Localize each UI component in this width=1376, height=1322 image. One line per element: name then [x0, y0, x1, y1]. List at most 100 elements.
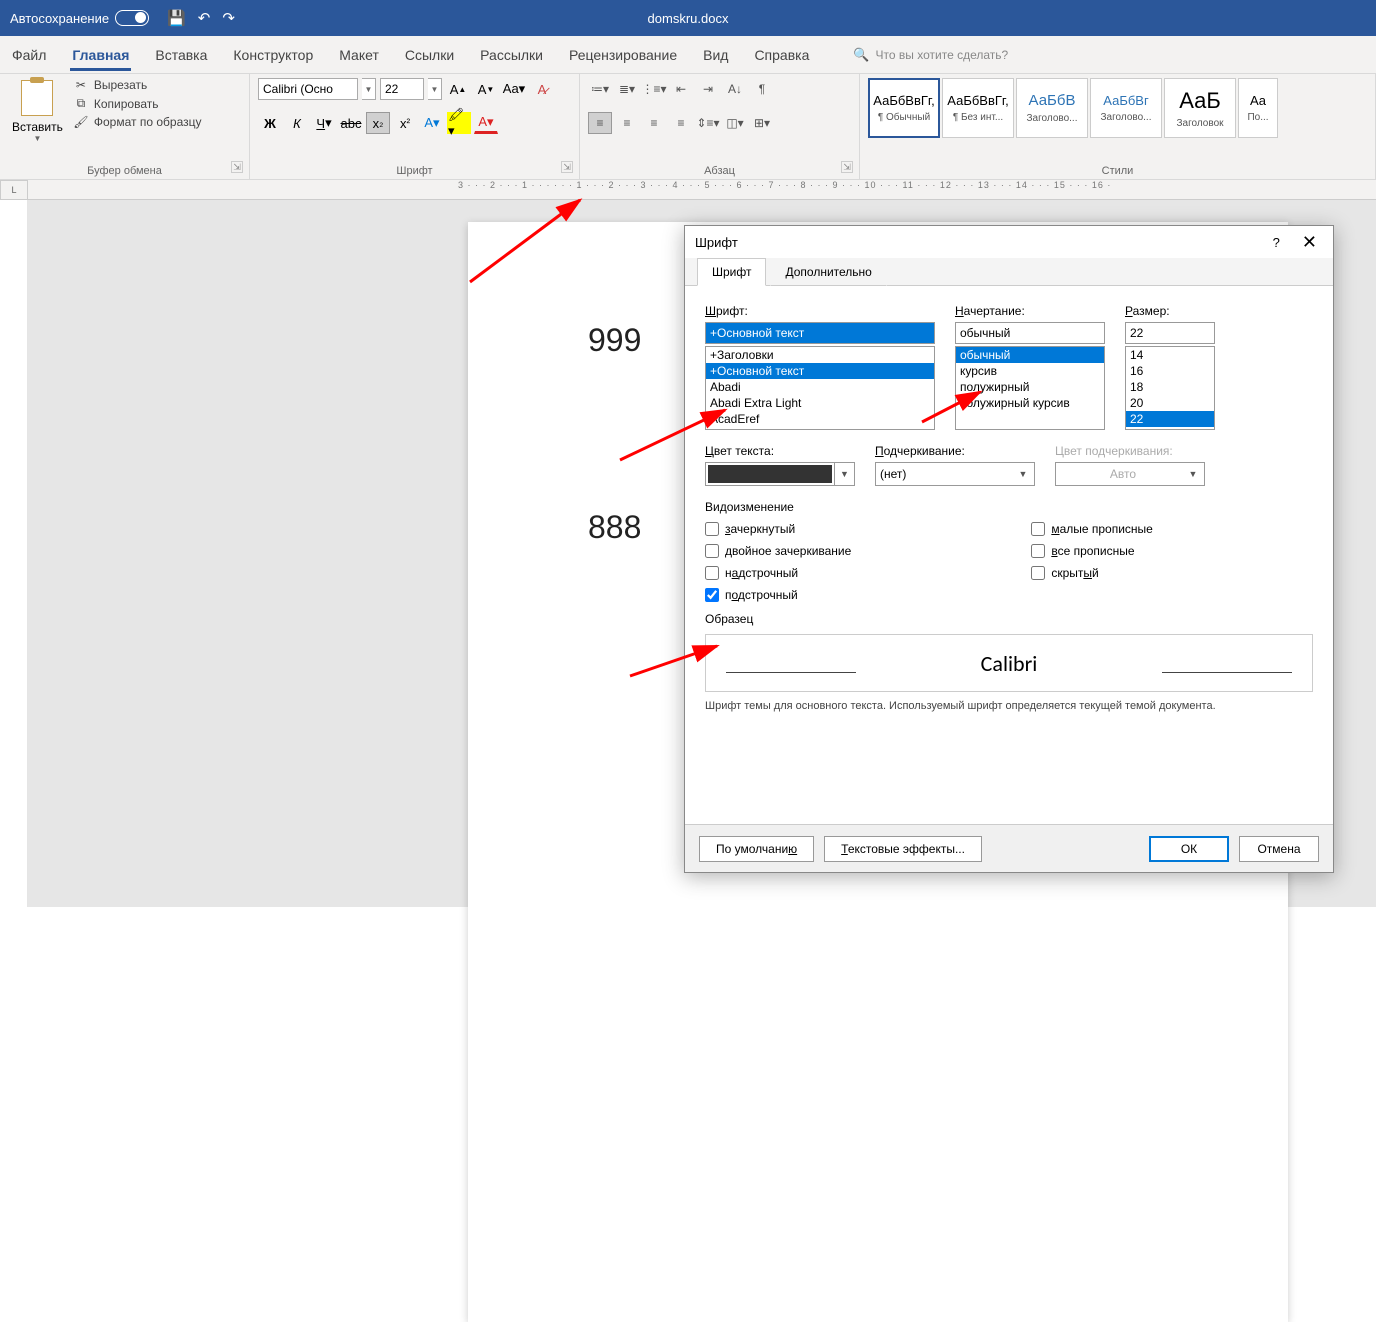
font-color-icon[interactable]: A▾ [474, 112, 498, 134]
size-input[interactable] [1125, 322, 1215, 344]
tab-view[interactable]: Вид [701, 39, 730, 71]
tab-references[interactable]: Ссылки [403, 39, 456, 71]
tab-review[interactable]: Рецензирование [567, 39, 679, 71]
clear-format-icon[interactable]: A̷ [530, 78, 554, 100]
justify-icon[interactable]: ≡ [669, 112, 693, 134]
dialog-tab-advanced[interactable]: Дополнительно [770, 258, 886, 286]
subscript-icon[interactable]: x₂ [366, 112, 390, 134]
styles-more[interactable]: АаПо... [1238, 78, 1278, 138]
font-size-dropdown-icon[interactable]: ▼ [428, 78, 442, 100]
font-size-input[interactable] [380, 78, 424, 100]
grow-font-icon[interactable]: A▲ [446, 78, 470, 100]
styles-gallery[interactable]: АаБбВвГг,¶ Обычный АаБбВвГг,¶ Без инт...… [868, 78, 1278, 138]
cut-button[interactable]: ✂Вырезать [73, 78, 202, 92]
font-input[interactable] [705, 322, 935, 344]
bullets-icon[interactable]: ≔▾ [588, 78, 612, 100]
horizontal-ruler[interactable]: 3 · · · 2 · · · 1 · · · · · · 1 · · · 2 … [28, 180, 1376, 200]
autosave-toggle[interactable]: Автосохранение [10, 10, 149, 26]
list-item[interactable]: AcadEref [706, 411, 934, 427]
cancel-button[interactable]: Отмена [1239, 836, 1319, 862]
underline-icon[interactable]: Ч▾ [312, 112, 336, 134]
highlight-icon[interactable]: 🖍▾ [447, 112, 471, 134]
save-icon[interactable]: 💾 [167, 9, 186, 27]
style-title[interactable]: АаБЗаголовок [1164, 78, 1236, 138]
eff-smallcaps[interactable]: малые прописные [1031, 522, 1153, 536]
redo-icon[interactable]: ↷ [222, 9, 235, 27]
tell-me-search[interactable]: Что вы хотите сделать? [853, 47, 1008, 63]
eff-allcaps[interactable]: все прописные [1031, 544, 1153, 558]
list-item[interactable]: 16 [1126, 363, 1214, 379]
underline-select[interactable]: (нет)▼ [875, 462, 1035, 486]
eff-dstrike[interactable]: двойное зачеркивание [705, 544, 851, 558]
tab-home[interactable]: Главная [70, 39, 131, 71]
increase-indent-icon[interactable]: ⇥ [696, 78, 720, 100]
list-item[interactable]: полужирный курсив [956, 395, 1104, 411]
shading-icon[interactable]: ◫▾ [723, 112, 747, 134]
font-name-dropdown-icon[interactable]: ▼ [362, 78, 376, 100]
clipboard-launcher-icon[interactable]: ⇲ [231, 161, 243, 173]
tab-mailings[interactable]: Рассылки [478, 39, 545, 71]
style-nospacing[interactable]: АаБбВвГг,¶ Без инт... [942, 78, 1014, 138]
list-item[interactable]: 20 [1126, 395, 1214, 411]
shrink-font-icon[interactable]: A▼ [474, 78, 498, 100]
style-listbox[interactable]: обычный курсив полужирный полужирный кур… [955, 346, 1105, 430]
eff-sub[interactable]: подстрочный [705, 588, 851, 602]
bold-icon[interactable]: Ж [258, 112, 282, 134]
list-item[interactable]: 14 [1126, 347, 1214, 363]
text-effects-button[interactable]: Текстовые эффекты... [824, 836, 982, 862]
close-icon[interactable]: ✕ [1296, 232, 1323, 253]
tab-layout[interactable]: Макет [337, 39, 381, 71]
format-painter-button[interactable]: 🖌Формат по образцу [73, 115, 202, 129]
style-heading2[interactable]: АаБбВгЗаголово... [1090, 78, 1162, 138]
show-marks-icon[interactable]: ¶ [750, 78, 774, 100]
font-launcher-icon[interactable]: ⇲ [561, 161, 573, 173]
list-item[interactable]: обычный [956, 347, 1104, 363]
text-effects-icon[interactable]: A▾ [420, 112, 444, 134]
align-right-icon[interactable]: ≡ [642, 112, 666, 134]
copy-button[interactable]: ⧉Копировать [73, 96, 202, 111]
tab-insert[interactable]: Вставка [153, 39, 209, 71]
borders-icon[interactable]: ⊞▾ [750, 112, 774, 134]
ok-button[interactable]: ОК [1149, 836, 1229, 862]
eff-super[interactable]: надстрочный [705, 566, 851, 580]
superscript-icon[interactable]: x² [393, 112, 417, 134]
align-left-icon[interactable]: ≡ [588, 112, 612, 134]
line-spacing-icon[interactable]: ⇕≡▾ [696, 112, 720, 134]
tab-file[interactable]: Файл [10, 39, 48, 71]
change-case-icon[interactable]: Aa▾ [502, 78, 526, 100]
undo-icon[interactable]: ↶ [198, 9, 211, 27]
style-heading1[interactable]: АаБбВЗаголово... [1016, 78, 1088, 138]
decrease-indent-icon[interactable]: ⇤ [669, 78, 693, 100]
list-item[interactable]: +Основной текст [706, 363, 934, 379]
eff-strike[interactable]: зачеркнутый [705, 522, 851, 536]
italic-icon[interactable]: К [285, 112, 309, 134]
font-listbox[interactable]: +Заголовки +Основной текст Abadi Abadi E… [705, 346, 935, 430]
multilevel-icon[interactable]: ⋮≡▾ [642, 78, 666, 100]
list-item[interactable]: Abadi [706, 379, 934, 395]
paste-button[interactable]: Вставить ▼ [8, 78, 67, 145]
style-normal[interactable]: АаБбВвГг,¶ Обычный [868, 78, 940, 138]
sort-icon[interactable]: A↓ [723, 78, 747, 100]
size-listbox[interactable]: 14 16 18 20 22 [1125, 346, 1215, 430]
list-item[interactable]: курсив [956, 363, 1104, 379]
vertical-ruler[interactable] [0, 200, 28, 907]
list-item[interactable]: Abadi Extra Light [706, 395, 934, 411]
font-name-input[interactable] [258, 78, 358, 100]
default-button[interactable]: По умолчанию [699, 836, 814, 862]
list-item[interactable]: полужирный [956, 379, 1104, 395]
numbering-icon[interactable]: ≣▾ [615, 78, 639, 100]
list-item[interactable]: 22 [1126, 411, 1214, 427]
align-center-icon[interactable]: ≡ [615, 112, 639, 134]
list-item[interactable]: 18 [1126, 379, 1214, 395]
tab-help[interactable]: Справка [752, 39, 811, 71]
dialog-tab-font[interactable]: Шрифт [697, 258, 766, 286]
dialog-help-icon[interactable]: ? [1273, 235, 1280, 250]
paragraph-launcher-icon[interactable]: ⇲ [841, 161, 853, 173]
ruler-corner[interactable]: L [0, 180, 28, 200]
list-item[interactable]: +Заголовки [706, 347, 934, 363]
strike-icon[interactable]: abc [339, 112, 363, 134]
tab-design[interactable]: Конструктор [231, 39, 315, 71]
eff-hidden[interactable]: скрытый [1031, 566, 1153, 580]
style-input[interactable] [955, 322, 1105, 344]
toggle-icon[interactable] [115, 10, 149, 26]
